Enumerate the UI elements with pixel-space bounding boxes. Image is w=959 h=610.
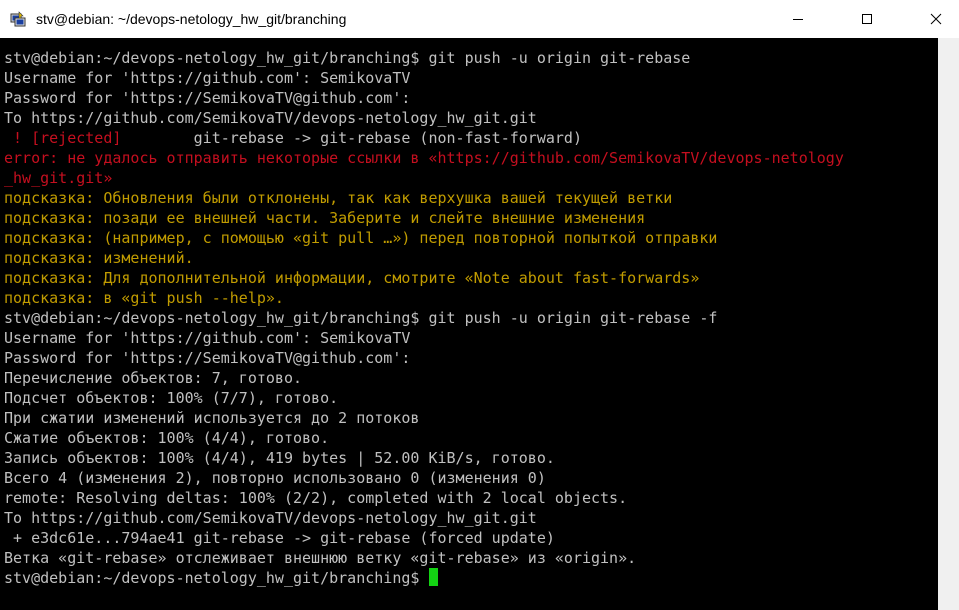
- close-icon: [930, 13, 942, 25]
- terminal-line: подсказка: (например, с помощью «git pul…: [4, 228, 844, 248]
- terminal-line: подсказка: Для дополнительной информации…: [4, 268, 844, 288]
- terminal-line: Password for 'https://SemikovaTV@github.…: [4, 88, 844, 108]
- terminal-line: remote: Resolving deltas: 100% (2/2), co…: [4, 488, 844, 508]
- terminal-line: Подсчет объектов: 100% (7/7), готово.: [4, 388, 844, 408]
- terminal-line-text: Password for 'https://SemikovaTV@github.…: [4, 89, 411, 107]
- terminal-line-text: Перечисление объектов: 7, готово.: [4, 369, 303, 387]
- putty-icon: [10, 11, 26, 27]
- terminal-line-text: Запись объектов: 100% (4/4), 419 bytes |…: [4, 449, 555, 467]
- terminal-line: stv@debian:~/devops-netology_hw_git/bran…: [4, 308, 844, 328]
- terminal-line: Username for 'https://github.com': Semik…: [4, 328, 844, 348]
- terminal-line: Запись объектов: 100% (4/4), 419 bytes |…: [4, 448, 844, 468]
- maximize-icon: [862, 14, 872, 24]
- minimize-button[interactable]: [775, 0, 821, 38]
- terminal-line: подсказка: Обновления были отклонены, та…: [4, 188, 844, 208]
- terminal-line: To https://github.com/SemikovaTV/devops-…: [4, 108, 844, 128]
- title-bar[interactable]: stv@debian: ~/devops-netology_hw_git/bra…: [0, 0, 959, 38]
- terminal-line-text: stv@debian:~/devops-netology_hw_git/bran…: [4, 569, 429, 587]
- terminal-line-text: stv@debian:~/devops-netology_hw_git/bran…: [4, 49, 691, 67]
- terminal-line: ! [rejected] git-rebase -> git-rebase (n…: [4, 128, 844, 148]
- terminal-line: Ветка «git-rebase» отслеживает внешнюю в…: [4, 548, 844, 568]
- terminal-line: Сжатие объектов: 100% (4/4), готово.: [4, 428, 844, 448]
- terminal-line-text: Сжатие объектов: 100% (4/4), готово.: [4, 429, 330, 447]
- terminal-line: подсказка: изменений.: [4, 248, 844, 268]
- terminal-lines: stv@debian:~/devops-netology_hw_git/bran…: [4, 48, 844, 588]
- terminal-line-text: Подсчет объектов: 100% (7/7), готово.: [4, 389, 339, 407]
- terminal-line-text: Ветка «git-rebase» отслеживает внешнюю в…: [4, 549, 637, 567]
- terminal-line: Password for 'https://SemikovaTV@github.…: [4, 348, 844, 368]
- terminal-line: Перечисление объектов: 7, готово.: [4, 368, 844, 388]
- terminal-line: Username for 'https://github.com': Semik…: [4, 68, 844, 88]
- terminal-line-text: To https://github.com/SemikovaTV/devops-…: [4, 509, 537, 527]
- terminal-line-text: remote: Resolving deltas: 100% (2/2), co…: [4, 489, 628, 507]
- terminal-line: Всего 4 (изменения 2), повторно использо…: [4, 468, 844, 488]
- terminal-line: stv@debian:~/devops-netology_hw_git/bran…: [4, 568, 844, 588]
- terminal-line-text: подсказка: Обновления были отклонены, та…: [4, 189, 673, 207]
- minimize-icon: [793, 19, 803, 20]
- terminal-segment: ! [rejected]: [4, 129, 122, 147]
- close-button[interactable]: [913, 0, 959, 38]
- terminal-line-text: Username for 'https://github.com': Semik…: [4, 329, 411, 347]
- terminal-line-text: stv@debian:~/devops-netology_hw_git/bran…: [4, 309, 718, 327]
- terminal-output[interactable]: stv@debian:~/devops-netology_hw_git/bran…: [0, 38, 938, 610]
- terminal-line: _hw_git.git»: [4, 168, 844, 188]
- terminal-line: подсказка: позади ее внешней части. Забе…: [4, 208, 844, 228]
- terminal-line: При сжатии изменений используется до 2 п…: [4, 408, 844, 428]
- terminal-line-text: Username for 'https://github.com': Semik…: [4, 69, 411, 87]
- window-title: stv@debian: ~/devops-netology_hw_git/bra…: [36, 11, 347, 27]
- vertical-scrollbar[interactable]: [938, 38, 959, 610]
- terminal-line-text: подсказка: (например, с помощью «git pul…: [4, 229, 718, 247]
- terminal-line-text: To https://github.com/SemikovaTV/devops-…: [4, 109, 537, 127]
- terminal-line-text: Password for 'https://SemikovaTV@github.…: [4, 349, 411, 367]
- terminal-line-text: Всего 4 (изменения 2), повторно использо…: [4, 469, 546, 487]
- terminal-line: To https://github.com/SemikovaTV/devops-…: [4, 508, 844, 528]
- terminal-line-text: error: не удалось отправить некоторые сс…: [4, 149, 844, 167]
- terminal-line-text: _hw_git.git»: [4, 169, 113, 187]
- terminal-line-text: подсказка: изменений.: [4, 249, 194, 267]
- terminal-line-text: + e3dc61e...794ae41 git-rebase -> git-re…: [4, 529, 555, 547]
- terminal-line: + e3dc61e...794ae41 git-rebase -> git-re…: [4, 528, 844, 548]
- terminal-segment: git-rebase -> git-rebase (non-fast-forwa…: [121, 129, 582, 147]
- text-cursor: [429, 568, 439, 586]
- terminal-line-text: При сжатии изменений используется до 2 п…: [4, 409, 420, 427]
- terminal-line-text: подсказка: позади ее внешней части. Забе…: [4, 209, 646, 227]
- terminal-line: подсказка: в «git push --help».: [4, 288, 844, 308]
- maximize-button[interactable]: [844, 0, 890, 38]
- terminal-line-text: подсказка: в «git push --help».: [4, 289, 284, 307]
- terminal-line-text: подсказка: Для дополнительной информации…: [4, 269, 700, 287]
- terminal-line: stv@debian:~/devops-netology_hw_git/bran…: [4, 48, 844, 68]
- terminal-line: error: не удалось отправить некоторые сс…: [4, 148, 844, 168]
